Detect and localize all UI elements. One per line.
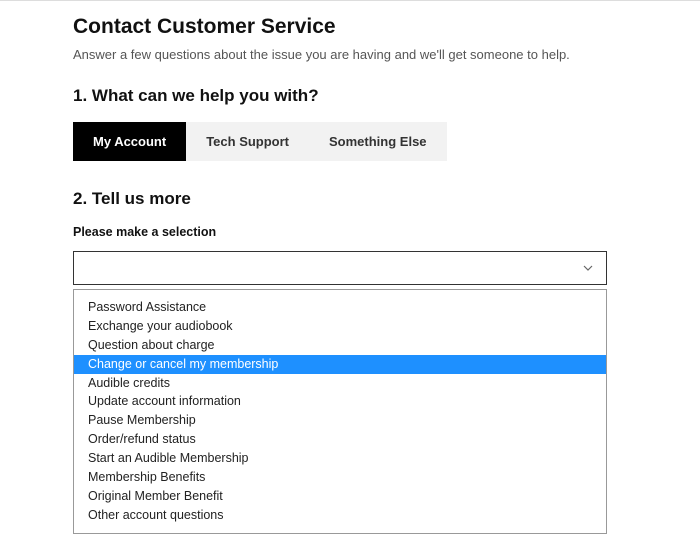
page-title: Contact Customer Service <box>73 15 700 39</box>
tab-label: Tech Support <box>206 134 289 149</box>
option-membership-benefits[interactable]: Membership Benefits <box>74 468 606 487</box>
issue-select[interactable] <box>73 251 607 285</box>
option-change-cancel-membership[interactable]: Change or cancel my membership <box>74 355 606 374</box>
option-password-assistance[interactable]: Password Assistance <box>74 298 606 317</box>
option-question-charge[interactable]: Question about charge <box>74 336 606 355</box>
option-audible-credits[interactable]: Audible credits <box>74 374 606 393</box>
step2-heading: 2. Tell us more <box>73 189 700 209</box>
step1-heading: 1. What can we help you with? <box>73 86 700 106</box>
option-original-member-benefit[interactable]: Original Member Benefit <box>74 487 606 506</box>
contact-form: Contact Customer Service Answer a few qu… <box>0 1 700 534</box>
option-other-questions[interactable]: Other account questions <box>74 506 606 525</box>
option-update-account-info[interactable]: Update account information <box>74 392 606 411</box>
option-start-membership[interactable]: Start an Audible Membership <box>74 449 606 468</box>
page-subtitle: Answer a few questions about the issue y… <box>73 47 700 62</box>
option-pause-membership[interactable]: Pause Membership <box>74 411 606 430</box>
tab-label: My Account <box>93 134 166 149</box>
option-order-refund-status[interactable]: Order/refund status <box>74 430 606 449</box>
tab-something-else[interactable]: Something Else <box>309 122 447 161</box>
tab-label: Something Else <box>329 134 427 149</box>
category-tabs: My Account Tech Support Something Else <box>73 122 700 161</box>
tab-tech-support[interactable]: Tech Support <box>186 122 309 161</box>
select-label: Please make a selection <box>73 225 700 239</box>
issue-dropdown: Password Assistance Exchange your audiob… <box>73 289 607 534</box>
tab-my-account[interactable]: My Account <box>73 122 186 161</box>
chevron-down-icon <box>582 262 594 274</box>
option-exchange-audiobook[interactable]: Exchange your audiobook <box>74 317 606 336</box>
